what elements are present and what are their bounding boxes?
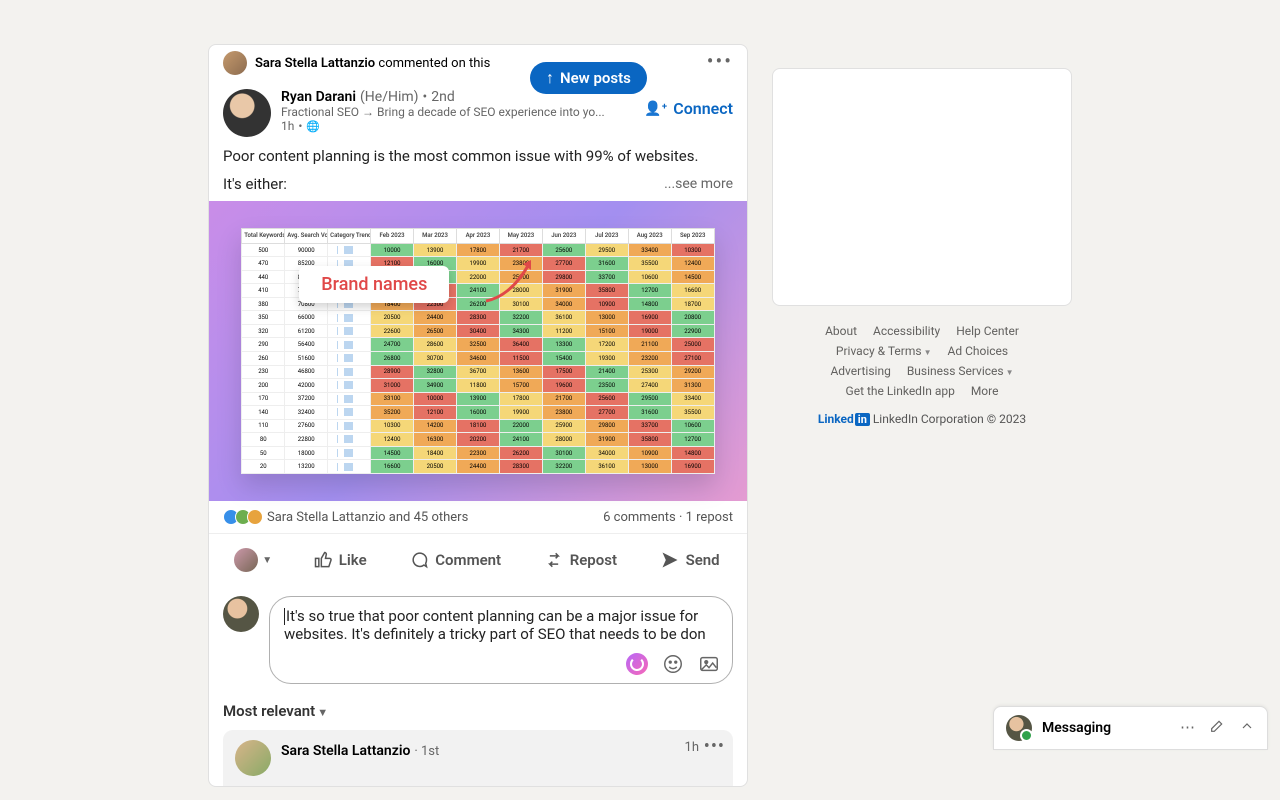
- like-icon: [313, 550, 333, 570]
- footer-accessibility[interactable]: Accessibility: [873, 324, 940, 338]
- comment-menu-icon[interactable]: •••: [704, 736, 725, 757]
- arrow-up-icon: ↑: [546, 68, 554, 88]
- comment-input[interactable]: It's so true that poor content planning …: [269, 596, 733, 684]
- messaging-label: Messaging: [1042, 720, 1170, 736]
- ai-rewrite-icon[interactable]: [626, 653, 648, 675]
- post-image[interactable]: Total KeywordsAvg. Search VolumeCategory…: [209, 201, 747, 501]
- red-arrow-icon: [481, 256, 541, 306]
- post-menu-icon[interactable]: •••: [707, 49, 733, 73]
- linkedin-logo: Linkedin: [818, 412, 870, 426]
- globe-icon: 🌐: [306, 120, 320, 133]
- send-icon: [660, 550, 680, 570]
- connect-icon: 👤⁺: [644, 101, 667, 117]
- new-posts-pill[interactable]: ↑ New posts: [530, 62, 647, 94]
- post-body: Poor content planning is the most common…: [209, 143, 747, 201]
- comment-draft-text: It's so true that poor content planning …: [284, 607, 706, 643]
- footer-advertising[interactable]: Advertising: [830, 364, 890, 378]
- footer-adchoices[interactable]: Ad Choices: [948, 344, 1009, 358]
- repost-button[interactable]: Repost: [532, 540, 629, 580]
- commenter-avatar[interactable]: [235, 740, 271, 776]
- react-as-chip[interactable]: ▼: [224, 542, 282, 578]
- comment-item: Sara Stella Lattanzio · 1st 1h •••: [223, 730, 733, 786]
- spreadsheet-graphic: Total KeywordsAvg. Search VolumeCategory…: [241, 228, 714, 474]
- comment-button[interactable]: Comment: [397, 540, 513, 580]
- connect-button[interactable]: 👤⁺ Connect: [644, 99, 733, 118]
- self-avatar-small: [234, 548, 258, 572]
- footer-privacy[interactable]: Privacy & Terms: [836, 344, 932, 358]
- compose-icon[interactable]: [1209, 718, 1225, 738]
- author-time: 1h • 🌐: [281, 119, 733, 133]
- reactions-button[interactable]: Sara Stella Lattanzio and 45 others: [223, 509, 468, 525]
- actions-row: ▼ Like Comment Repost Send: [209, 534, 747, 586]
- author-headline: Fractional SEO → Bring a decade of SEO e…: [281, 105, 621, 119]
- messaging-menu-icon[interactable]: ⋯: [1180, 718, 1195, 738]
- chevron-down-icon: ▼: [317, 706, 328, 719]
- self-avatar[interactable]: [223, 596, 259, 632]
- feed-card: Sara Stella Lattanzio commented on this …: [208, 44, 748, 787]
- footer-links: About Accessibility Help Center Privacy …: [772, 324, 1072, 426]
- post-header: Ryan Darani (He/Him) • 2nd Fractional SE…: [209, 77, 747, 143]
- comment-compose-row: It's so true that poor content planning …: [209, 586, 747, 698]
- messaging-bar[interactable]: Messaging ⋯: [993, 706, 1268, 750]
- comment-icon: [409, 550, 429, 570]
- chevron-up-icon[interactable]: [1239, 718, 1255, 738]
- commenter-name[interactable]: Sara Stella Lattanzio: [281, 743, 410, 759]
- commented-header: Sara Stella Lattanzio commented on this …: [209, 45, 747, 77]
- footer-help[interactable]: Help Center: [956, 324, 1019, 338]
- post-line1: Poor content planning is the most common…: [223, 147, 733, 165]
- send-button[interactable]: Send: [648, 540, 732, 580]
- image-annotation: Brand names: [299, 266, 449, 303]
- footer-getapp[interactable]: Get the LinkedIn app: [846, 384, 955, 398]
- image-icon[interactable]: [698, 653, 720, 675]
- footer-about[interactable]: About: [825, 324, 857, 338]
- footer-business[interactable]: Business Services: [907, 364, 1014, 378]
- footer-more[interactable]: More: [971, 384, 999, 398]
- right-rail: About Accessibility Help Center Privacy …: [772, 68, 1072, 787]
- post-line2: It's either:: [223, 175, 287, 193]
- comment-time: 1h: [685, 740, 699, 755]
- see-more-button[interactable]: ...see more: [664, 176, 733, 192]
- new-posts-label: New posts: [560, 69, 631, 87]
- footer-brand: Linkedin LinkedIn Corporation © 2023: [772, 412, 1072, 426]
- commented-text: Sara Stella Lattanzio commented on this: [255, 56, 490, 71]
- comment-sort-button[interactable]: Most relevant▼: [209, 698, 747, 730]
- author-avatar[interactable]: [223, 89, 271, 137]
- messaging-avatar: [1006, 715, 1032, 741]
- comments-reposts-button[interactable]: 6 comments · 1 repost: [603, 510, 733, 525]
- social-counts-row: Sara Stella Lattanzio and 45 others 6 co…: [209, 501, 747, 534]
- chevron-down-icon: ▼: [262, 555, 272, 566]
- emoji-icon[interactable]: [662, 653, 684, 675]
- right-card: [772, 68, 1072, 306]
- repost-icon: [544, 550, 564, 570]
- like-button[interactable]: Like: [301, 540, 379, 580]
- reaction-icons: [223, 509, 263, 525]
- commenter-avatar[interactable]: [223, 51, 247, 75]
